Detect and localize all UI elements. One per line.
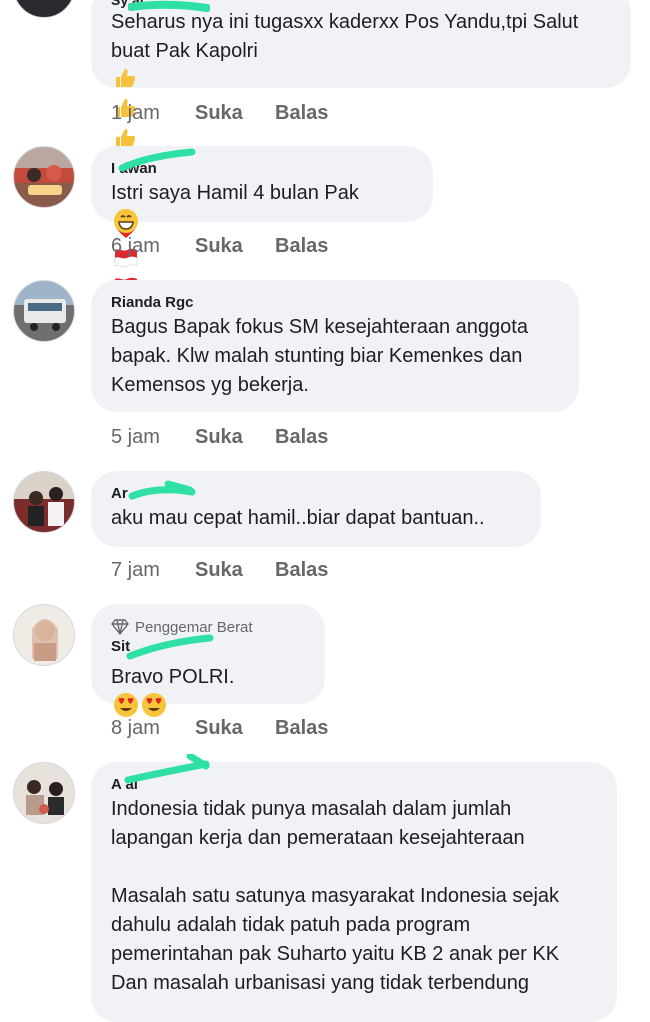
comment-text-content: Seharus nya ini tugasxx kaderxx Pos Yand… bbox=[111, 11, 579, 62]
comment-timestamp[interactable]: 8 jam bbox=[111, 717, 195, 740]
comment-actions: 5 jam Suka Balas bbox=[111, 424, 328, 450]
comment-text: Indonesia tidak punya masalah dalam juml… bbox=[111, 798, 560, 994]
comment-bubble: Sy al Seharus nya ini tugasxx kaderxx Po… bbox=[91, 0, 631, 296]
comment-actions: 6 jam Suka Balas bbox=[111, 233, 328, 259]
comment-bubble: Penggemar Berat Sit Bravo POLRI. bbox=[91, 604, 325, 717]
comment-text-content: Istri saya Hamil 4 bulan Pak bbox=[111, 182, 359, 204]
commenter-name[interactable]: I awan bbox=[111, 160, 413, 179]
commenter-name[interactable]: Sit bbox=[111, 638, 305, 657]
comment-timestamp[interactable]: 1 jam bbox=[111, 102, 195, 125]
like-button[interactable]: Suka bbox=[195, 559, 275, 582]
comment-timestamp[interactable]: 5 jam bbox=[111, 426, 195, 449]
like-button[interactable]: Suka bbox=[195, 426, 275, 449]
comment-actions: 1 jam Suka Balas bbox=[111, 100, 328, 126]
avatar[interactable] bbox=[13, 0, 75, 18]
comment-text: Istri saya Hamil 4 bulan Pak bbox=[111, 179, 413, 240]
commenter-name[interactable]: Sy al bbox=[111, 0, 611, 8]
comment-actions: 7 jam Suka Balas bbox=[111, 557, 328, 583]
thumbs-up-icon bbox=[116, 69, 136, 87]
commenter-name[interactable]: A al bbox=[111, 776, 597, 795]
commenter-name[interactable]: Rianda Rgc bbox=[111, 294, 559, 313]
comment-timestamp[interactable]: 6 jam bbox=[111, 235, 195, 258]
comment-actions: 8 jam Suka Balas bbox=[111, 715, 328, 741]
comment-bubble: A al Indonesia tidak punya masalah dalam… bbox=[91, 762, 617, 1022]
badge-label: Penggemar Berat bbox=[135, 618, 253, 636]
like-button[interactable]: Suka bbox=[195, 717, 275, 740]
diamond-icon bbox=[111, 619, 129, 635]
reply-button[interactable]: Balas bbox=[275, 235, 328, 258]
comment-bubble: Ar aku mau cepat hamil..biar dapat bantu… bbox=[91, 471, 541, 547]
comment-bubble: I awan Istri saya Hamil 4 bulan Pak bbox=[91, 146, 433, 233]
avatar[interactable] bbox=[13, 280, 75, 342]
like-button[interactable]: Suka bbox=[195, 102, 275, 125]
avatar[interactable] bbox=[13, 146, 75, 208]
comment-bubble: Rianda Rgc Bagus Bapak fokus SM kesejaht… bbox=[91, 280, 579, 412]
commenter-name[interactable]: Ar bbox=[111, 485, 521, 504]
like-button[interactable]: Suka bbox=[195, 235, 275, 258]
comment-timestamp[interactable]: 7 jam bbox=[111, 559, 195, 582]
avatar[interactable] bbox=[13, 604, 75, 666]
avatar[interactable] bbox=[13, 762, 75, 824]
reply-button[interactable]: Balas bbox=[275, 102, 328, 125]
comment-text: Bagus Bapak fokus SM kesejahteraan anggo… bbox=[111, 316, 528, 396]
comment-text-content: Bravo POLRI. bbox=[111, 666, 235, 688]
avatar[interactable] bbox=[13, 471, 75, 533]
top-fan-badge: Penggemar Berat bbox=[111, 616, 305, 638]
reply-button[interactable]: Balas bbox=[275, 426, 328, 449]
reply-button[interactable]: Balas bbox=[275, 717, 328, 740]
grinning-face-icon bbox=[114, 209, 138, 233]
comment-text: aku mau cepat hamil..biar dapat bantuan.… bbox=[111, 507, 485, 529]
reply-button[interactable]: Balas bbox=[275, 559, 328, 582]
